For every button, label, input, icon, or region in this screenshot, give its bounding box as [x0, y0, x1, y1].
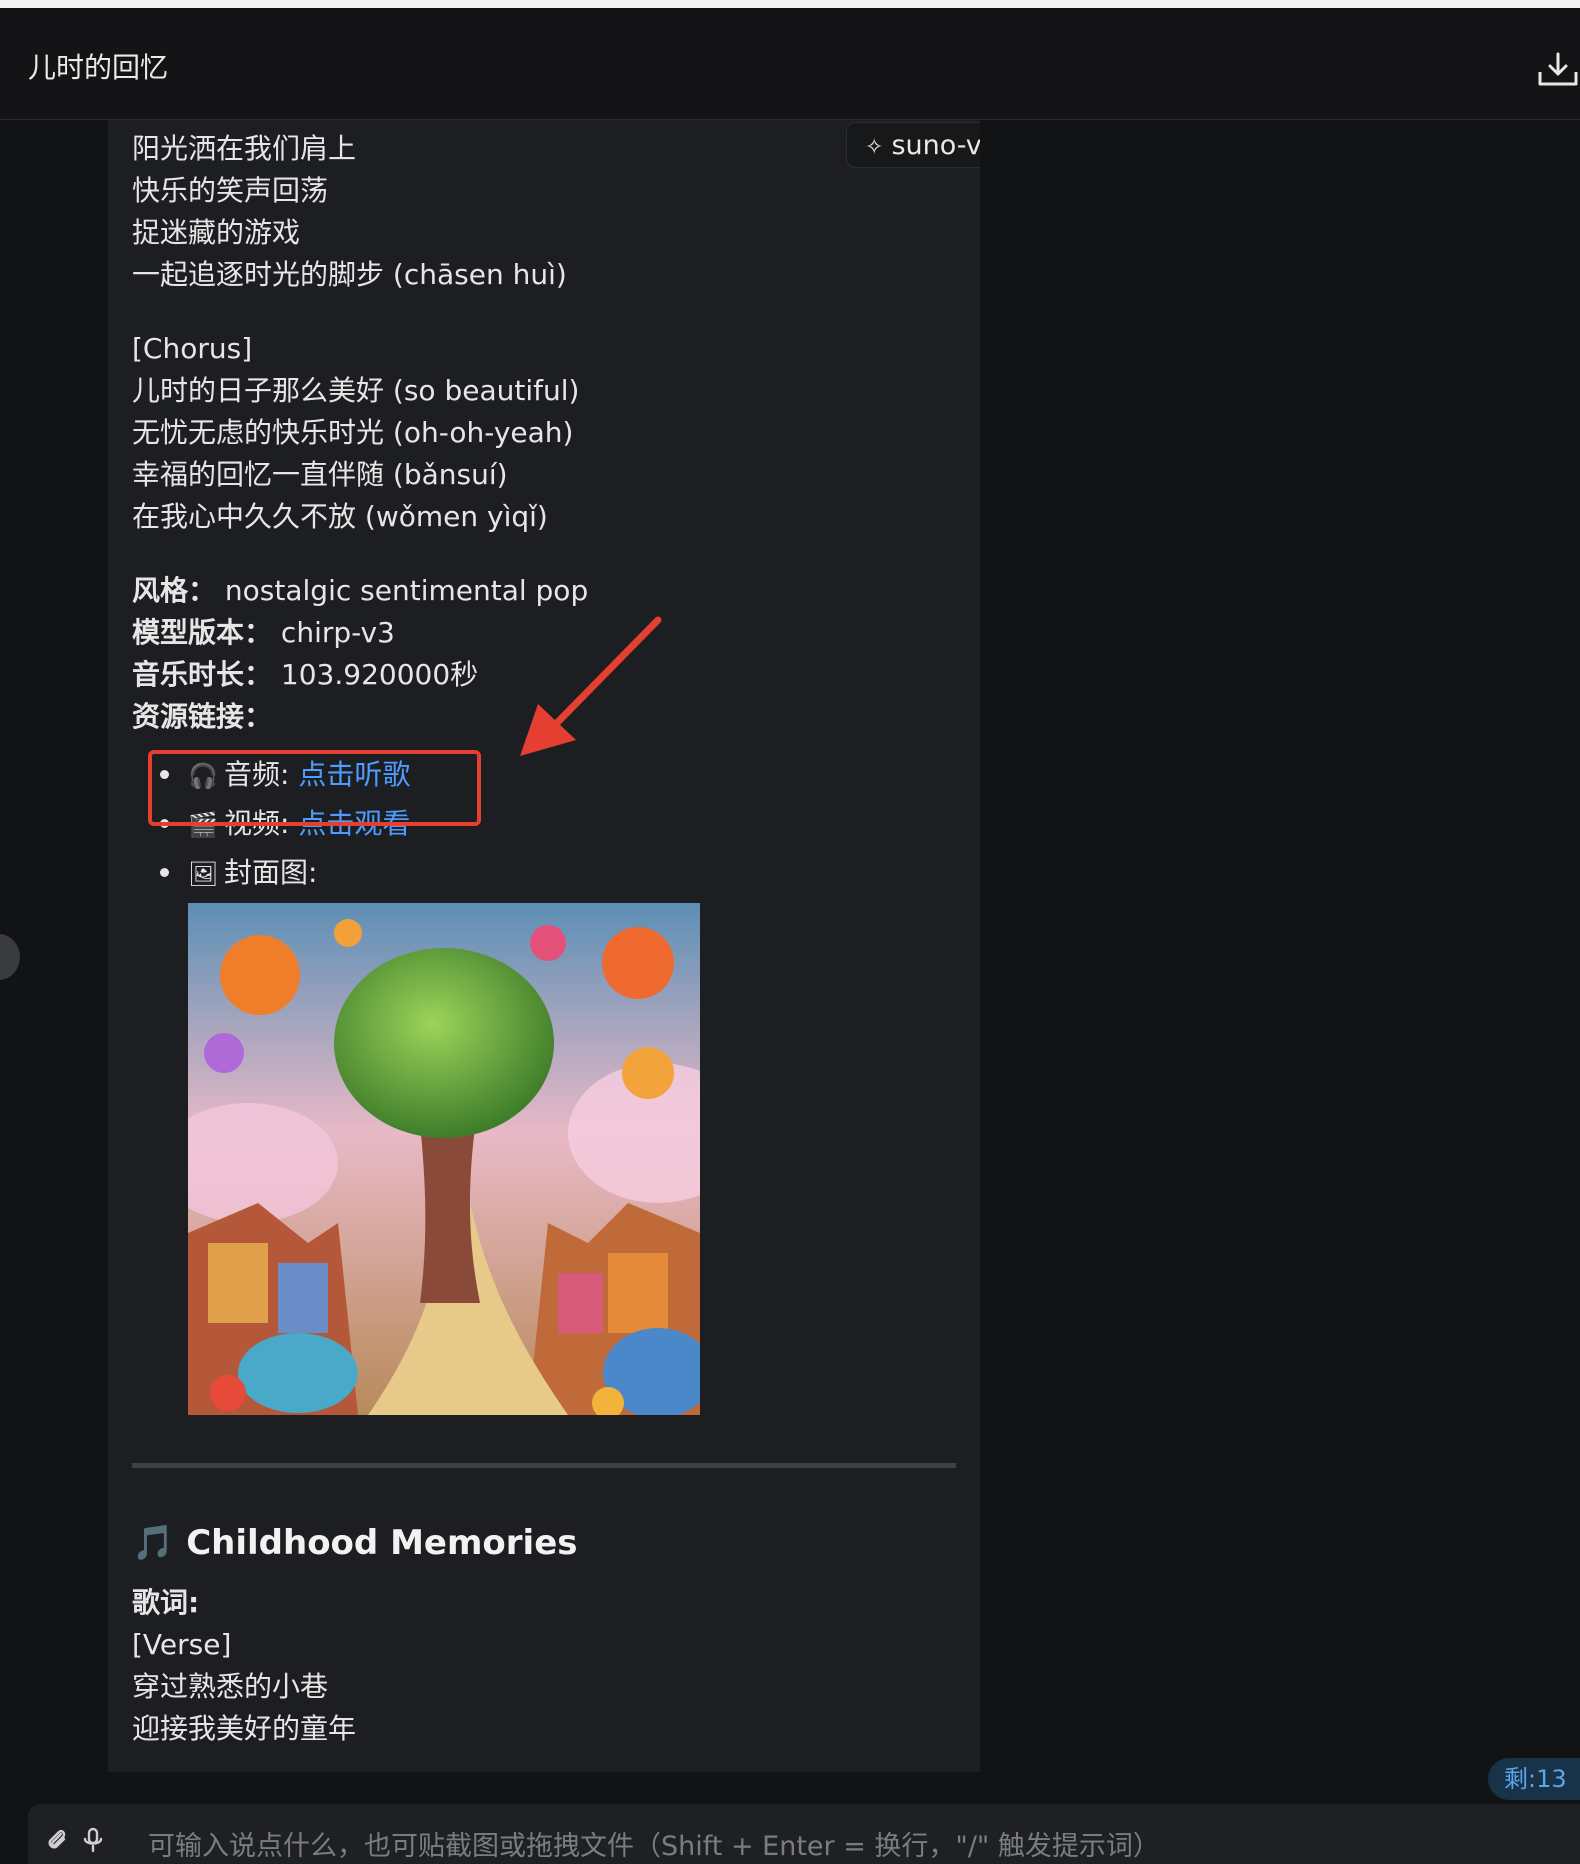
chorus-tag: [Chorus]	[132, 332, 253, 365]
annotation-highlight-box	[148, 750, 481, 826]
download-icon[interactable]	[1536, 50, 1580, 90]
song-title: 🎵 Childhood Memories	[132, 1520, 958, 1566]
chat-header: 儿时的回忆	[0, 8, 1580, 120]
song-title-text: Childhood Memories	[186, 1523, 578, 1563]
lyric-line: 穿过熟悉的小巷	[132, 1670, 329, 1703]
lyric-line: 无忧无虑的快乐时光 (oh-oh-yeah)	[132, 416, 574, 449]
picture-icon: 🖼	[188, 860, 219, 888]
cover-image[interactable]	[188, 903, 700, 1415]
conversation-title: 儿时的回忆	[28, 51, 169, 84]
lyric-line: 在我心中久久不放 (wǒmen yìqǐ)	[132, 500, 548, 533]
lyric-line: 捉迷藏的游戏	[132, 216, 301, 249]
lyric-line: 幸福的回忆一直伴随 (bǎnsuí)	[132, 458, 508, 491]
chat-input-bar[interactable]: 可输入说点什么，也可贴截图或拖拽文件（Shift + Enter = 换行，"/…	[28, 1804, 1580, 1864]
lyric-line: 儿时的日子那么美好 (so beautiful)	[132, 374, 580, 407]
top-strip	[0, 0, 1580, 8]
lyric-line: 快乐的笑声回荡	[132, 174, 329, 207]
lyric-line: 阳光洒在我们肩上	[132, 132, 357, 165]
annotation-arrow	[520, 616, 662, 756]
section-divider	[132, 1463, 956, 1468]
sidebar-toggle[interactable]	[0, 934, 20, 980]
style-row: 风格： nostalgic sentimental pop	[132, 570, 958, 612]
message-input[interactable]: 可输入说点什么，也可贴截图或拖拽文件（Shift + Enter = 换行，"/…	[148, 1824, 1160, 1863]
cover-label: 封面图:	[224, 856, 318, 889]
music-note-icon: 🎵	[132, 1523, 175, 1563]
model-version-value: chirp-v3	[280, 616, 395, 649]
verse-tag: [Verse]	[132, 1628, 232, 1661]
duration-label: 音乐时长：	[132, 658, 273, 691]
remaining-quota-badge: 剩:13	[1488, 1758, 1580, 1800]
lyric-line: 一起追逐时光的脚步 (chāsen huì)	[132, 258, 567, 291]
lyrics-label: 歌词:	[132, 1586, 200, 1619]
assistant-message: ✧suno-v3› 阳光洒在我们肩上 快乐的笑声回荡 捉迷藏的游戏 一起追逐时光…	[108, 120, 980, 1772]
lyric-line: 迎接我美好的童年	[132, 1712, 357, 1745]
style-label: 风格：	[132, 574, 217, 607]
style-value: nostalgic sentimental pop	[224, 574, 589, 607]
duration-value: 103.920000秒	[280, 658, 479, 691]
model-version-label: 模型版本：	[132, 616, 273, 649]
message-body: 阳光洒在我们肩上 快乐的笑声回荡 捉迷藏的游戏 一起追逐时光的脚步 (chāse…	[132, 128, 958, 1750]
resource-cover: 🖼 封面图:	[160, 848, 958, 897]
